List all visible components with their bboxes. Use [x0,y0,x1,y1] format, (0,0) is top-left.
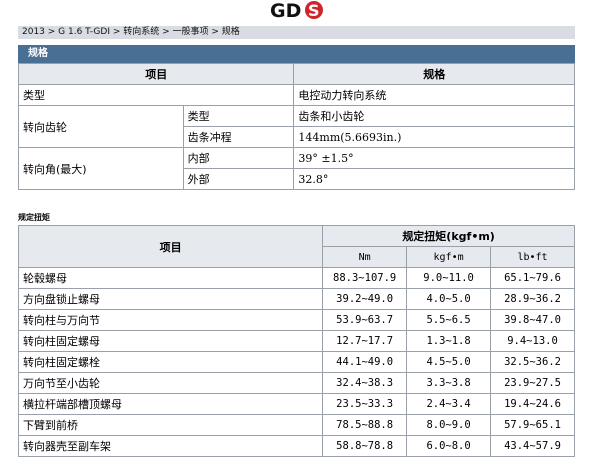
torque-value-nm: 23.5~33.3 [322,393,408,415]
torque-item-name: 转向柱固定螺栓 [17,351,324,373]
spec-value: 144mm(5.6693in.) [293,126,575,148]
table-row: 下臂到前桥 78.5~88.8 8.0~9.0 57.9~65.1 [17,414,575,436]
torque-value-nm: 88.3~107.9 [322,267,408,289]
torque-value-lbft: 23.9~27.5 [490,372,575,394]
table-row: 转向柱固定螺栓 44.1~49.0 4.5~5.0 32.5~36.2 [17,351,575,373]
spec-table: 项目 规格 类型 电控动力转向系统 转向齿轮 类型 齿条和小齿轮 齿条冲程 14… [17,63,575,190]
spec-label: 转向角(最大) [18,147,184,190]
torque-value-nm: 32.4~38.3 [322,372,408,394]
torque-value-lbft: 65.1~79.6 [490,267,575,289]
torque-value-kgfm: 5.5~6.5 [406,309,492,331]
torque-value-kgfm: 1.3~1.8 [406,330,492,352]
spec-value: 32.8° [293,168,575,190]
spec-sublabel: 内部 [182,147,295,169]
spec-header-item: 项目 [17,63,295,85]
spec-header-row: 项目 规格 [17,63,575,85]
torque-item-name: 方向盘锁止螺母 [17,288,324,310]
torque-header-spec: 规定扭矩(kgf•m) [322,225,575,247]
torque-body: 轮毂螺母 88.3~107.9 9.0~11.0 65.1~79.6 方向盘锁止螺母 39… [17,267,575,457]
table-row: 轮毂螺母 88.3~107.9 9.0~11.0 65.1~79.6 [17,267,575,289]
unit-nm: Nm [322,246,408,268]
table-row: 转向齿轮 类型 齿条和小齿轮 [18,105,575,148]
gds-logo-mark: GD S [270,0,323,20]
spec-header-spec: 规格 [293,63,575,85]
section-title: 规格 [18,45,575,63]
spec-sublabel: 类型 [182,105,295,127]
torque-value-lbft: 43.4~57.9 [490,435,575,457]
torque-value-lbft: 32.5~36.2 [490,351,575,373]
unit-lbft: lb•ft [490,246,575,268]
table-row: 转向角(最大) 内部 39° ±1.5° [18,147,575,190]
torque-value-nm: 78.5~88.8 [322,414,408,436]
svg-text:S: S [308,1,320,20]
torque-table: 项目 规定扭矩(kgf•m) Nm kgf•m lb•ft 轮毂螺母 88.3~1… [17,225,575,457]
torque-value-kgfm: 9.0~11.0 [406,267,492,289]
spec-sublabel: 齿条冲程 [182,126,295,148]
table-row: 转向柱与万向节 53.9~63.7 5.5~6.5 39.8~47.0 [17,309,575,331]
spec-label: 类型 [17,84,295,106]
torque-value-kgfm: 8.0~9.0 [406,414,492,436]
torque-value-lbft: 28.9~36.2 [490,288,575,310]
torque-item-name: 转向柱固定螺母 [17,330,324,352]
torque-value-kgfm: 6.0~8.0 [406,435,492,457]
torque-value-lbft: 57.9~65.1 [490,414,575,436]
torque-item-name: 横拉杆端部槽顶螺母 [17,393,324,415]
torque-value-kgfm: 4.0~5.0 [406,288,492,310]
svg-text:GD: GD [270,0,301,20]
torque-value-lbft: 19.4~24.6 [490,393,575,415]
table-row: 横拉杆端部槽顶螺母 23.5~33.3 2.4~3.4 19.4~24.6 [17,393,575,415]
torque-value-kgfm: 3.3~3.8 [406,372,492,394]
torque-item-name: 下臂到前桥 [17,414,324,436]
torque-value-nm: 58.8~78.8 [322,435,408,457]
spec-value: 电控动力转向系统 [293,84,575,106]
table-row: 万向节至小齿轮 32.4~38.3 3.3~3.8 23.9~27.5 [17,372,575,394]
table-row: 转向器壳至副车架 58.8~78.8 6.0~8.0 43.4~57.9 [17,435,575,457]
torque-value-nm: 53.9~63.7 [322,309,408,331]
torque-value-kgfm: 2.4~3.4 [406,393,492,415]
spec-value: 39° ±1.5° [293,147,575,169]
unit-kgfm: kgf•m [406,246,492,268]
torque-value-kgfm: 4.5~5.0 [406,351,492,373]
spec-sublabel: 外部 [182,168,295,190]
table-row: 转向柱固定螺母 12.7~17.7 1.3~1.8 9.4~13.0 [17,330,575,352]
torque-header-item: 项目 [17,225,324,268]
torque-value-lbft: 9.4~13.0 [490,330,575,352]
torque-item-name: 万向节至小齿轮 [17,372,324,394]
table-row: 方向盘锁止螺母 39.2~49.0 4.0~5.0 28.9~36.2 [17,288,575,310]
spec-label: 转向齿轮 [18,105,184,148]
torque-item-name: 轮毂螺母 [17,267,324,289]
spec-value: 齿条和小齿轮 [293,105,575,127]
gds-logo: GD S [0,0,601,24]
torque-header-row: 项目 规定扭矩(kgf•m) [17,225,575,268]
table-row: 类型 电控动力转向系统 [17,84,575,106]
torque-value-nm: 39.2~49.0 [322,288,408,310]
torque-value-nm: 44.1~49.0 [322,351,408,373]
torque-value-lbft: 39.8~47.0 [490,309,575,331]
torque-item-name: 转向器壳至副车架 [17,435,324,457]
torque-value-nm: 12.7~17.7 [322,330,408,352]
torque-item-name: 转向柱与万向节 [17,309,324,331]
torque-title: 规定扭矩 [18,213,50,222]
breadcrumb[interactable]: 2013 > G 1.6 T-GDI > 转向系统 > 一般事项 > 规格 [18,26,575,39]
